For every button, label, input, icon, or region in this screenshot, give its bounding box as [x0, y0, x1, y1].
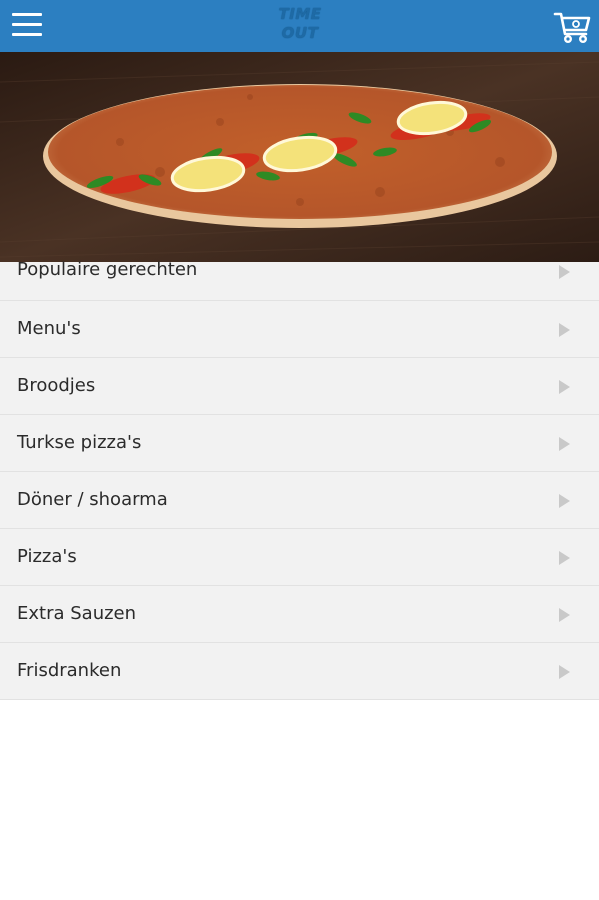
chevron-right-icon: [559, 494, 570, 508]
chevron-right-icon: [559, 380, 570, 394]
category-item-pizzas[interactable]: Pizza's: [0, 529, 599, 586]
chevron-right-icon: [559, 265, 570, 279]
category-item-doner-shoarma[interactable]: Döner / shoarma: [0, 472, 599, 529]
category-label: Extra Sauzen: [17, 603, 137, 624]
category-item-broodjes[interactable]: Broodjes: [0, 358, 599, 415]
chevron-right-icon: [559, 665, 570, 679]
top-app-bar: TIME OUT: [0, 0, 599, 52]
chevron-right-icon: [559, 437, 570, 451]
logo-line-2: OUT: [281, 24, 319, 42]
logo-line-1: TIME: [278, 5, 322, 23]
category-item-turkse-pizzas[interactable]: Turkse pizza's: [0, 415, 599, 472]
category-label: Frisdranken: [17, 660, 122, 681]
category-label: Menu's: [17, 318, 81, 339]
category-item-frisdranken[interactable]: Frisdranken: [0, 643, 599, 700]
app-logo: TIME OUT: [264, 5, 336, 47]
category-item-extra-sauzen[interactable]: Extra Sauzen: [0, 586, 599, 643]
category-item-populaire-gerechten[interactable]: Populaire gerechten: [0, 259, 599, 301]
chevron-right-icon: [559, 323, 570, 337]
chevron-right-icon: [559, 551, 570, 565]
hero-food-image: [0, 52, 599, 262]
category-list: Populaire gerechten Menu's Broodjes Turk…: [0, 259, 599, 700]
category-label: Broodjes: [17, 375, 96, 396]
category-label: Döner / shoarma: [17, 489, 168, 510]
category-item-menus[interactable]: Menu's: [0, 301, 599, 358]
category-label: Pizza's: [17, 546, 77, 567]
category-label: Populaire gerechten: [17, 259, 198, 280]
category-label: Turkse pizza's: [17, 432, 142, 453]
chevron-right-icon: [559, 608, 570, 622]
hamburger-menu-icon[interactable]: [12, 13, 42, 38]
shopping-cart-icon[interactable]: [553, 10, 591, 44]
